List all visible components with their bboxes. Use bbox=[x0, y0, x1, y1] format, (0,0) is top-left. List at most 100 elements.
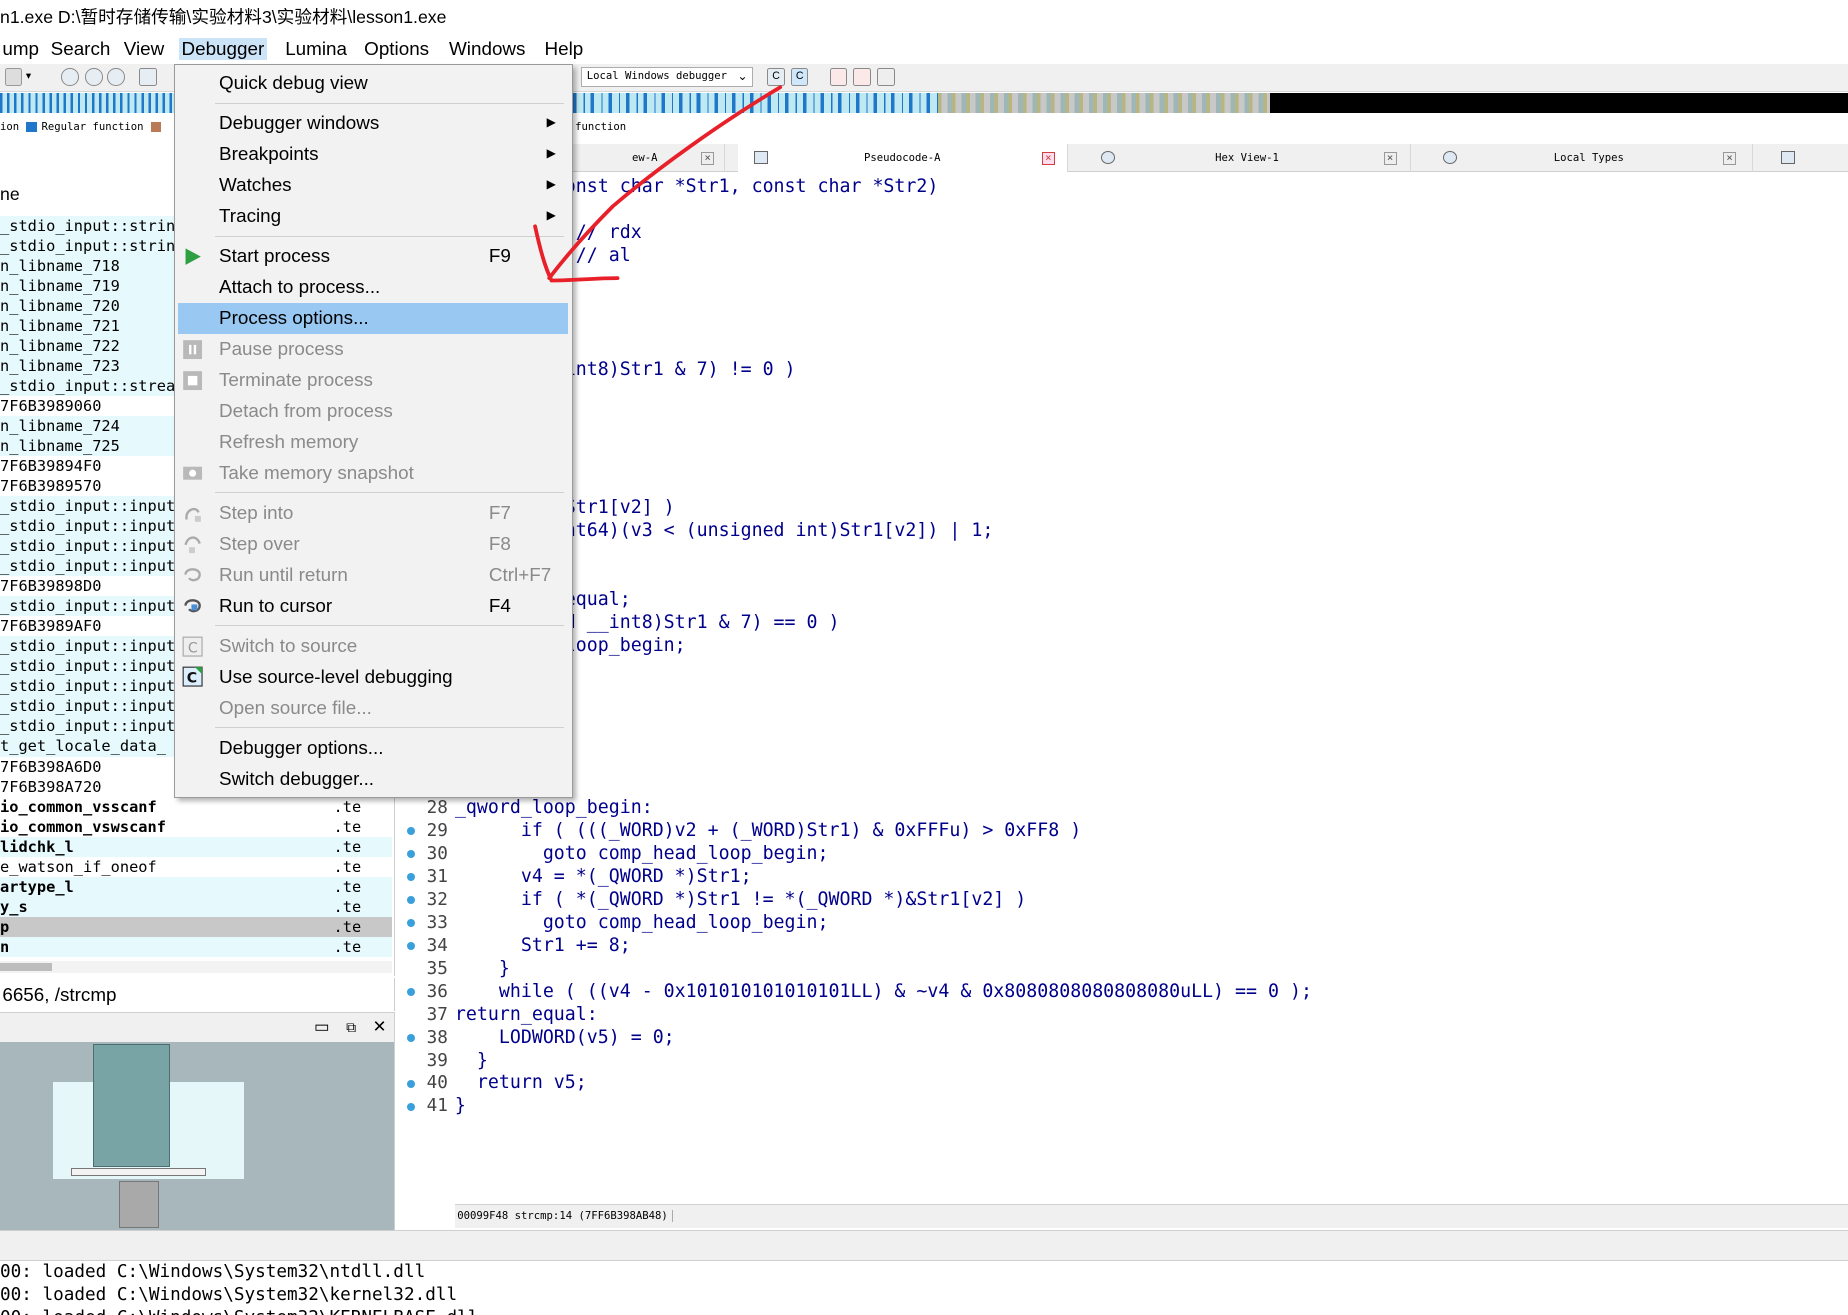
maximize-icon[interactable]: ▭ bbox=[312, 1018, 331, 1037]
menu-item-quick-debug-view[interactable]: Quick debug view bbox=[178, 68, 568, 99]
code-line[interactable]: if ( (((_WORD)v2 + (_WORD)Str1) & 0xFFFu… bbox=[455, 820, 1081, 843]
breakpoint-dot[interactable] bbox=[406, 1033, 415, 1042]
function-row[interactable]: n .te bbox=[0, 936, 393, 957]
menu-item-process-options[interactable]: Process options... bbox=[177, 303, 568, 334]
code-line[interactable]: } bbox=[455, 958, 510, 981]
breakpoint-dot[interactable] bbox=[406, 1102, 415, 1111]
tab-ida-view[interactable]: ew-A × bbox=[566, 143, 725, 173]
line-number: 32 bbox=[426, 889, 448, 910]
step-into-icon bbox=[182, 503, 203, 524]
breakpoint-dot[interactable] bbox=[406, 941, 415, 950]
tab-extra[interactable] bbox=[1771, 144, 1806, 172]
horizontal-scrollbar[interactable] bbox=[0, 960, 393, 974]
tab-hex-view[interactable]: Hex View-1 × bbox=[1084, 143, 1411, 173]
function-row[interactable]: e_watson_if_oneof .te bbox=[0, 857, 392, 877]
menu-search[interactable]: Search bbox=[48, 38, 112, 60]
disk-icon[interactable] bbox=[139, 68, 157, 87]
line-number: 38 bbox=[426, 1027, 448, 1048]
function-row[interactable]: io_common_vswscanf .te bbox=[0, 817, 392, 837]
menu-item-open-source-file[interactable]: Open source file... bbox=[178, 693, 568, 724]
menu-item-pause-process[interactable]: Pause process bbox=[178, 334, 568, 365]
source-debug-icon[interactable]: C bbox=[790, 68, 809, 87]
menu-lumina[interactable]: Lumina bbox=[283, 38, 350, 60]
menu-item-terminate-process[interactable]: Terminate process bbox=[178, 365, 568, 396]
breakpoint-dot[interactable] bbox=[406, 895, 415, 904]
function-row[interactable]: artype_l .te bbox=[0, 876, 393, 897]
graph-overview-header: ▭ ⧉ ✕ bbox=[0, 1012, 395, 1042]
restore-icon[interactable]: ⧉ bbox=[342, 1018, 361, 1037]
line-number: 33 bbox=[426, 912, 448, 933]
switch-source-icon[interactable]: C bbox=[767, 68, 785, 87]
function-row[interactable]: lidchk_l .te bbox=[0, 836, 393, 857]
menu-item-run-to-cursor[interactable]: Run to cursor F4 bbox=[178, 591, 568, 622]
menu-windows[interactable]: Windows bbox=[447, 38, 528, 60]
code-line[interactable]: } bbox=[455, 1095, 466, 1118]
menu-item-tracing[interactable]: Tracing ▶ bbox=[178, 201, 568, 232]
close-icon[interactable]: × bbox=[1041, 152, 1055, 165]
back-icon[interactable] bbox=[4, 68, 23, 87]
menu-item-switch-to-source[interactable]: C Switch to source bbox=[178, 631, 568, 662]
graph-overview[interactable] bbox=[0, 1041, 395, 1231]
menu-item-step-into[interactable]: Step into F7 bbox=[178, 498, 568, 529]
breakpoint-remove-icon[interactable] bbox=[876, 68, 895, 87]
menu-item-debugger-windows[interactable]: Debugger windows ▶ bbox=[178, 108, 568, 139]
code-line[interactable]: Str1 += 8; bbox=[455, 935, 631, 958]
menu-jump[interactable]: ump bbox=[0, 38, 41, 60]
function-row[interactable]: y_s .te bbox=[0, 896, 393, 917]
code-line[interactable]: if ( *(_QWORD *)Str1 != *(_QWORD *)&Str1… bbox=[455, 889, 1026, 912]
menu-item-step-over[interactable]: Step over F8 bbox=[178, 529, 568, 560]
breakpoint-dot[interactable] bbox=[406, 872, 415, 881]
code-line[interactable]: LODWORD(v5) = 0; bbox=[455, 1027, 675, 1050]
tab-pseudocode[interactable]: Pseudocode-A × bbox=[737, 143, 1068, 173]
breakpoint-dot[interactable] bbox=[406, 918, 415, 927]
globe-icon[interactable] bbox=[61, 68, 79, 87]
tab-local-types[interactable]: Local Types × bbox=[1426, 143, 1753, 173]
menu-options[interactable]: Options bbox=[362, 38, 432, 60]
output-window[interactable]: 00: loaded C:\Windows\System32\ntdll.dll… bbox=[0, 1261, 1848, 1315]
menu-item-take-memory-snapshot[interactable]: Take memory snapshot bbox=[178, 458, 568, 489]
tab-bar: ew-A × Pseudocode-A × Hex View-1 × Local… bbox=[565, 143, 1848, 173]
menu-item-use-source-level-debugging[interactable]: C Use source-level debugging bbox=[178, 662, 568, 693]
globe-icon[interactable] bbox=[107, 68, 125, 87]
menu-view[interactable]: View bbox=[121, 38, 166, 60]
function-segment: .te bbox=[333, 917, 362, 936]
pseudocode-view[interactable]: l strcmp(const char *Str1, const char *S… bbox=[454, 174, 1848, 1203]
function-row[interactable]: io_common_vsscanf .te bbox=[0, 797, 392, 817]
menu-item-debugger-options[interactable]: Debugger options... bbox=[178, 733, 568, 764]
code-line[interactable]: return v5; bbox=[455, 1072, 587, 1095]
breakpoint-add-icon[interactable] bbox=[853, 68, 871, 87]
breakpoint-list-icon[interactable] bbox=[829, 68, 848, 87]
breakpoint-dot[interactable] bbox=[406, 826, 415, 835]
menu-item-switch-debugger[interactable]: Switch debugger... bbox=[178, 764, 568, 795]
menu-item-run-until-return[interactable]: Run until return Ctrl+F7 bbox=[178, 560, 568, 591]
menu-item-breakpoints[interactable]: Breakpoints ▶ bbox=[178, 139, 568, 170]
dropdown-arrow-icon[interactable]: ▾ bbox=[26, 68, 44, 86]
menu-item-start-process[interactable]: Start process F9 bbox=[178, 241, 568, 272]
code-line[interactable]: return_equal: bbox=[455, 1004, 598, 1027]
menu-help[interactable]: Help bbox=[542, 38, 585, 60]
menu-item-watches[interactable]: Watches ▶ bbox=[178, 170, 568, 201]
code-line[interactable]: v4 = *(_QWORD *)Str1; bbox=[455, 866, 752, 889]
breakpoint-dot[interactable] bbox=[406, 987, 415, 996]
menu-debugger[interactable]: Debugger bbox=[179, 37, 267, 60]
debugger-select[interactable]: Local Windows debugger ⌄ bbox=[581, 67, 754, 88]
close-icon[interactable]: × bbox=[1383, 152, 1397, 165]
code-line[interactable]: _qword_loop_begin: bbox=[455, 797, 653, 820]
close-icon[interactable]: ✕ bbox=[370, 1018, 389, 1037]
close-icon[interactable]: × bbox=[1723, 152, 1736, 165]
code-line[interactable]: goto comp_head_loop_begin; bbox=[455, 912, 829, 935]
close-icon[interactable]: × bbox=[701, 152, 715, 165]
globe-icon[interactable] bbox=[84, 68, 103, 87]
graph-viewport[interactable] bbox=[93, 1044, 170, 1167]
menu-item-refresh-memory[interactable]: Refresh memory bbox=[178, 427, 568, 458]
breakpoint-dot[interactable] bbox=[406, 1079, 415, 1088]
code-line[interactable]: while ( ((v4 - 0x101010101010101LL) & ~v… bbox=[455, 981, 1312, 1004]
function-row[interactable]: p .te bbox=[0, 916, 393, 937]
code-line[interactable]: goto comp_head_loop_begin; bbox=[455, 843, 829, 866]
code-line[interactable]: } bbox=[455, 1050, 488, 1073]
breakpoint-dot[interactable] bbox=[406, 849, 415, 858]
scrollbar-thumb[interactable] bbox=[0, 962, 52, 972]
line-number: 31 bbox=[426, 866, 448, 887]
menu-item-detach-from-process[interactable]: Detach from process bbox=[178, 396, 568, 427]
menu-item-attach-to-process[interactable]: Attach to process... bbox=[178, 272, 568, 303]
